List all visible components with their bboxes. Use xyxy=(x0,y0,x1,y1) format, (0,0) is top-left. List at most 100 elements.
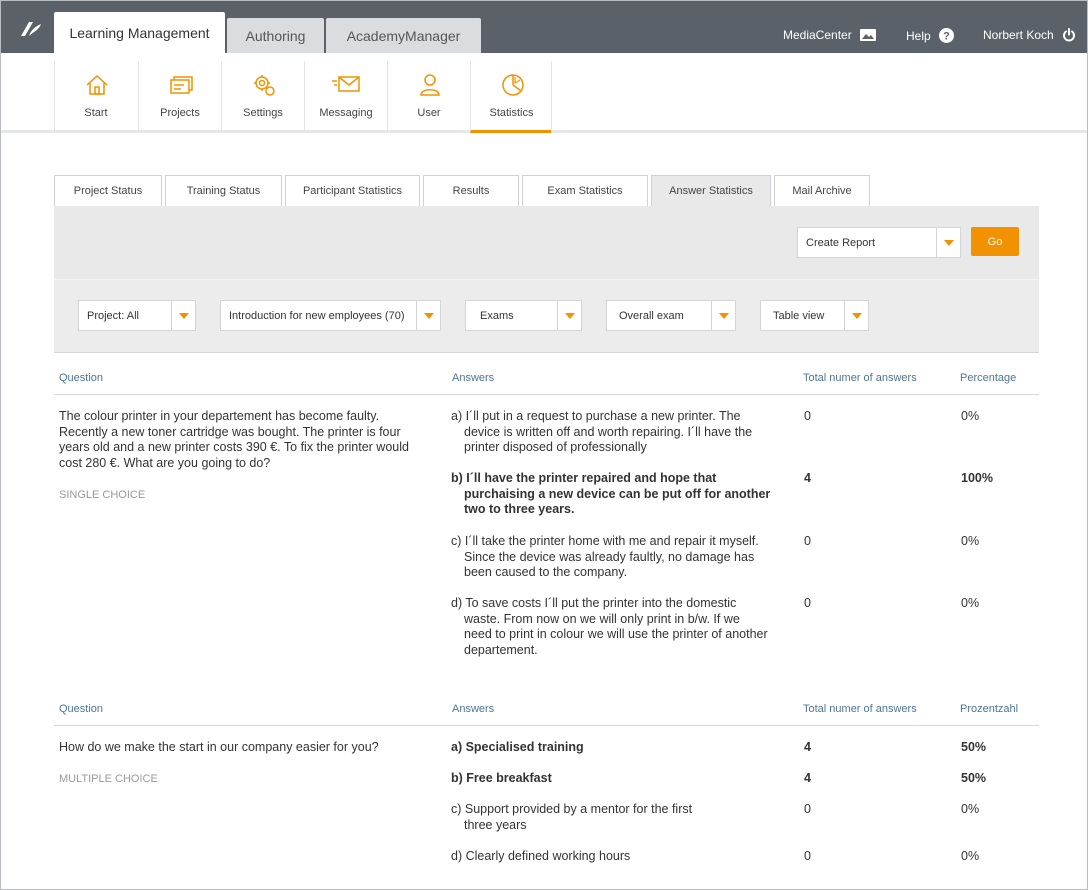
answer-count: 4 xyxy=(804,740,811,754)
question-type: MULTIPLE CHOICE xyxy=(59,773,158,785)
tab-label: Results xyxy=(452,185,490,197)
chevron-down-icon[interactable] xyxy=(844,301,868,330)
select-value: Introduction for new employees (70) xyxy=(229,309,405,322)
tab-label: AcademyManager xyxy=(346,27,461,44)
create-report-select[interactable]: Create Report xyxy=(797,227,961,258)
view-filter[interactable]: Table view xyxy=(760,300,869,331)
user-menu[interactable]: Norbert Koch xyxy=(983,28,1076,42)
tab-exam-statistics[interactable]: Exam Statistics xyxy=(522,175,648,206)
column-header-question: Question xyxy=(59,703,104,715)
select-value: Exams xyxy=(480,309,514,322)
nav-statistics[interactable]: Statistics xyxy=(470,61,552,133)
logo-icon[interactable] xyxy=(19,20,43,38)
nav-label: Projects xyxy=(160,107,200,119)
projects-icon xyxy=(170,76,193,94)
go-button[interactable]: Go xyxy=(971,227,1019,256)
answer-count: 0 xyxy=(804,802,811,816)
question-text: How do we make the start in our company … xyxy=(59,740,379,754)
select-value: Create Report xyxy=(806,236,876,249)
top-bar: Learning Management Authoring AcademyMan… xyxy=(1,1,1087,53)
chevron-down-icon[interactable] xyxy=(416,301,440,330)
tab-learning-management[interactable]: Learning Management xyxy=(54,12,225,53)
nav-settings[interactable]: Settings xyxy=(221,61,304,133)
tab-label: Authoring xyxy=(245,27,306,44)
question-type: SINGLE CHOICE xyxy=(59,489,146,501)
answer-option: a) I´ll put in a request to purchase a n… xyxy=(451,409,753,454)
svg-text:?: ? xyxy=(943,31,950,43)
answer-percentage: 50% xyxy=(961,740,987,754)
help-link[interactable]: Help ? xyxy=(906,28,954,43)
answer-count: 4 xyxy=(804,471,811,485)
nav-label: Statistics xyxy=(489,107,534,119)
nav-label: Settings xyxy=(243,107,283,119)
project-filter[interactable]: Project: All xyxy=(78,300,196,331)
column-header-total: Total numer of answers xyxy=(803,703,917,715)
column-header-percentage: Prozentzahl xyxy=(960,703,1019,715)
user-name: Norbert Koch xyxy=(983,28,1054,42)
answer-option: d) Clearly defined working hours xyxy=(451,849,631,863)
divider xyxy=(54,725,1039,726)
button-label: Go xyxy=(987,235,1003,248)
mediacenter-link[interactable]: MediaCenter xyxy=(783,28,876,42)
answer-percentage: 0% xyxy=(961,802,980,816)
tab-answer-statistics[interactable]: Answer Statistics xyxy=(651,175,771,206)
answer-percentage: 0% xyxy=(961,409,980,423)
answer-percentage: 0% xyxy=(961,596,980,610)
chevron-down-icon[interactable] xyxy=(711,301,735,330)
tab-participant-statistics[interactable]: Participant Statistics xyxy=(285,175,420,206)
tab-label: Training Status xyxy=(186,185,261,197)
nav-start[interactable]: Start xyxy=(54,61,137,133)
answer-percentage: 0% xyxy=(961,849,980,863)
help-label: Help xyxy=(906,28,931,43)
answer-percentage: 100% xyxy=(961,471,993,485)
answer-count: 0 xyxy=(804,409,811,423)
answer-count: 0 xyxy=(804,596,811,610)
answer-option: c) I´ll take the printer home with me an… xyxy=(451,534,759,579)
tab-project-status[interactable]: Project Status xyxy=(54,175,162,206)
tab-authoring[interactable]: Authoring xyxy=(227,18,324,53)
column-header-percentage: Percentage xyxy=(960,372,1017,384)
column-header-question: Question xyxy=(59,372,104,384)
nav-messaging[interactable]: Messaging xyxy=(304,61,387,133)
tab-academymanager[interactable]: AcademyManager xyxy=(326,18,481,53)
help-icon: ? xyxy=(938,28,954,43)
tab-results[interactable]: Results xyxy=(423,175,519,206)
envelope-icon xyxy=(332,76,360,92)
answer-count: 4 xyxy=(804,771,811,785)
column-header-answers: Answers xyxy=(452,703,495,715)
tab-label: Exam Statistics xyxy=(547,185,623,197)
answer-option: b) I´ll have the printer repaired and ho… xyxy=(451,471,771,516)
nav-divider xyxy=(551,61,552,133)
exam-filter[interactable]: Overall exam xyxy=(606,300,736,331)
select-value: Overall exam xyxy=(619,309,684,322)
tab-label: Participant Statistics xyxy=(302,185,403,197)
answer-percentage: 0% xyxy=(961,534,980,548)
power-icon[interactable] xyxy=(1062,28,1076,42)
training-filter[interactable]: Introduction for new employees (70) xyxy=(220,300,441,331)
tab-label: Project Status xyxy=(73,185,143,197)
column-header-total: Total numer of answers xyxy=(803,372,917,384)
chevron-down-icon[interactable] xyxy=(557,301,581,330)
column-header-answers: Answers xyxy=(452,372,495,384)
question-text: The colour printer in your departement h… xyxy=(59,409,409,470)
icon-nav: Start Projects Settings Messaging User S… xyxy=(1,53,1087,133)
chevron-down-icon[interactable] xyxy=(171,301,195,330)
nav-user[interactable]: User xyxy=(387,61,470,133)
nav-label: Messaging xyxy=(319,107,373,119)
answer-percentage: 50% xyxy=(961,771,987,785)
answer-option: b) Free breakfast xyxy=(451,771,552,785)
answer-option: c) Support provided by a mentor for the … xyxy=(451,802,693,832)
nav-projects[interactable]: Projects xyxy=(138,61,221,133)
divider xyxy=(54,394,1039,395)
app-window: Learning Management Authoring AcademyMan… xyxy=(0,0,1088,890)
user-icon xyxy=(420,74,440,96)
chevron-down-icon[interactable] xyxy=(936,228,960,257)
type-filter[interactable]: Exams xyxy=(465,300,582,331)
tab-training-status[interactable]: Training Status xyxy=(165,175,282,206)
tab-mail-archive[interactable]: Mail Archive xyxy=(774,175,870,206)
image-folder-icon xyxy=(859,29,876,41)
answer-count: 0 xyxy=(804,534,811,548)
tab-label: Mail Archive xyxy=(792,185,852,197)
select-value: Project: All xyxy=(87,309,139,322)
tab-label: Answer Statistics xyxy=(669,185,753,197)
